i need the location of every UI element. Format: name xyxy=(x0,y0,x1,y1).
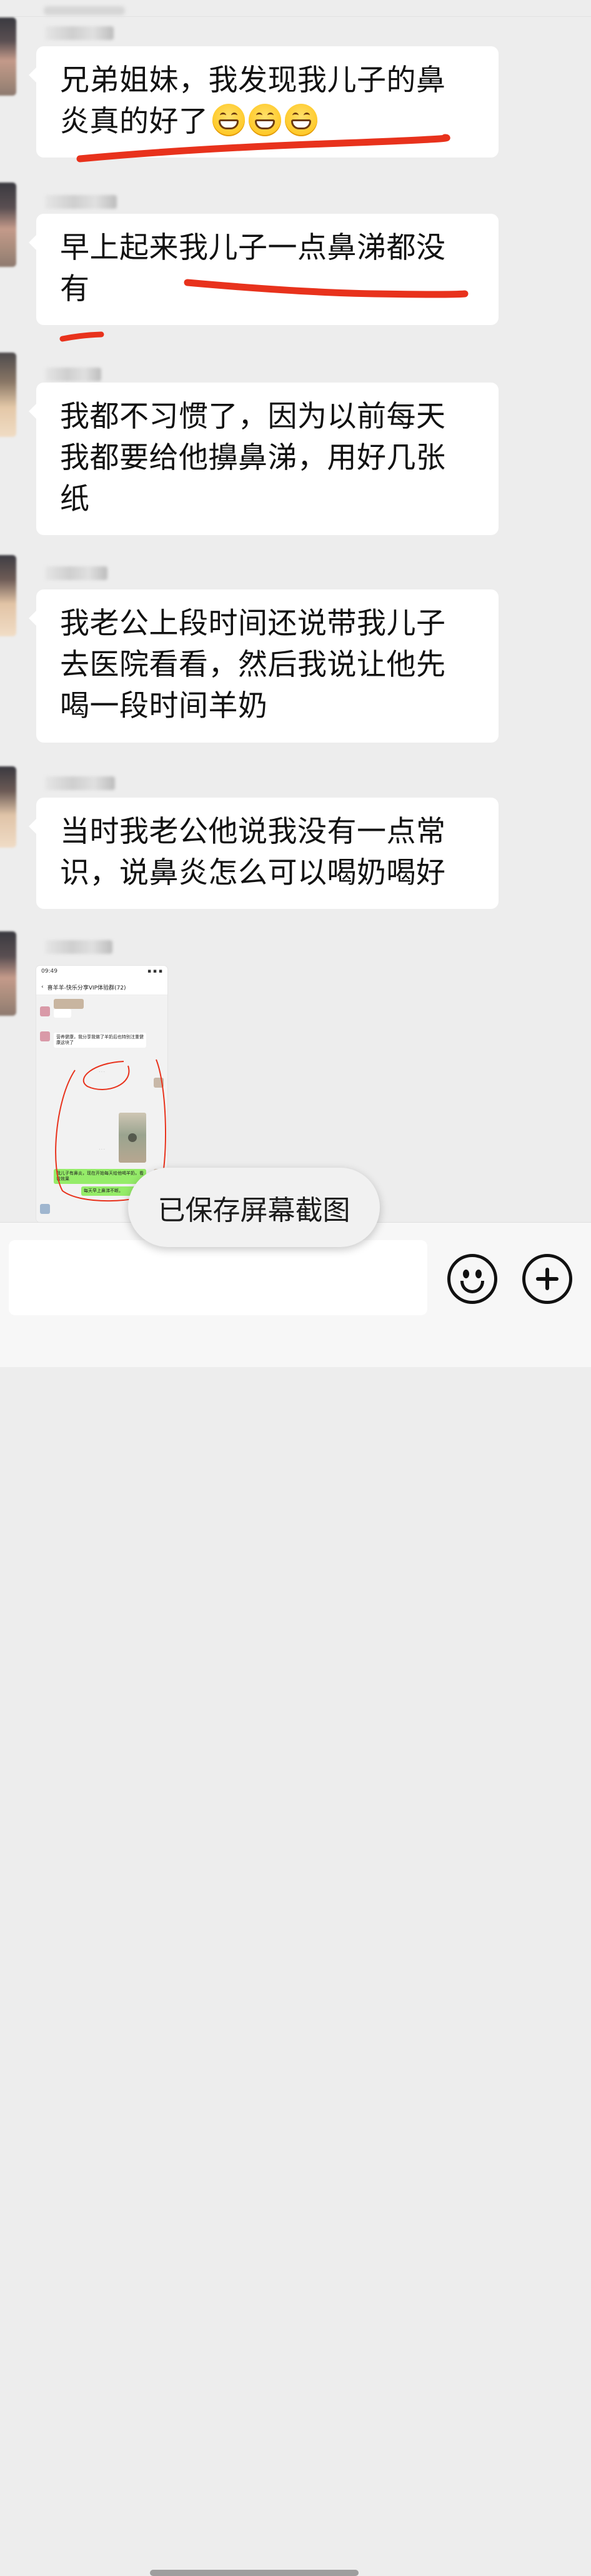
sender-name-blurred xyxy=(45,566,107,580)
avatar[interactable] xyxy=(0,766,16,848)
thumbnail-group-title: 喜羊羊-快乐分享VIP体验群(72) xyxy=(47,985,126,991)
chat-history: 兄弟姐妹，我发现我儿子的鼻炎真的好了 早上起来我儿子一点鼻涕都没有 我都不习惯了… xyxy=(0,0,591,1222)
message-bubble[interactable]: 我都不习惯了，因为以前每天我都要给他擤鼻涕，用好几张纸 xyxy=(29,383,499,535)
message-text: 早上起来我儿子一点鼻涕都没有 xyxy=(60,231,446,306)
avatar[interactable] xyxy=(0,555,16,636)
thumbnail-time: 09:49 xyxy=(41,968,57,975)
avatar[interactable] xyxy=(0,183,16,267)
grinning-face-emoji-icon xyxy=(284,104,317,136)
message-input[interactable] xyxy=(9,1240,427,1315)
thumbnail-status-bar: 09:49 ▪ ▪ ▪ xyxy=(36,966,167,980)
message-text: 我老公上段时间还说带我儿子去医院看看，然后我说让他先喝一段时间羊奶 xyxy=(60,606,446,723)
avatar[interactable] xyxy=(0,931,16,1016)
message-bubble[interactable]: 兄弟姐妹，我发现我儿子的鼻炎真的好了 xyxy=(29,46,499,158)
blurred-sender-name xyxy=(44,6,125,15)
thumbnail-avatar xyxy=(40,1204,50,1214)
smiley-icon[interactable] xyxy=(447,1254,497,1304)
thumbnail-video xyxy=(119,1113,146,1163)
back-arrow-icon: ‹ xyxy=(41,984,44,990)
message-bubble[interactable]: 当时我老公他说我没有一点常识，说鼻炎怎么可以喝奶喝好 xyxy=(29,798,499,909)
thumbnail-avatar xyxy=(40,1006,50,1016)
thumbnail-bubble: 我儿子有鼻炎，现在开始每天给他喝羊奶，看看效果 xyxy=(54,1169,146,1184)
message-bubble[interactable]: 我老公上段时间还说带我儿子去医院看看，然后我说让他先喝一段时间羊奶 xyxy=(29,589,499,743)
sender-name-blurred xyxy=(45,776,115,790)
divider xyxy=(0,16,591,17)
thumbnail-title-bar: ‹ 喜羊羊-快乐分享VIP体验群(72) xyxy=(36,980,167,995)
thumbnail-avatar xyxy=(154,1078,164,1088)
grinning-face-emoji-icon xyxy=(248,104,281,136)
sender-name-blurred xyxy=(45,195,117,209)
thumbnail-bubble xyxy=(54,1009,71,1018)
sender-name-blurred xyxy=(45,26,114,40)
grinning-face-emoji-icon xyxy=(212,104,245,136)
home-indicator[interactable] xyxy=(150,2570,359,2576)
thumbnail-status-icons: ▪ ▪ ▪ xyxy=(147,968,162,975)
sender-name-blurred xyxy=(45,368,101,381)
thumbnail-timestamp: · · · xyxy=(99,1148,105,1152)
message-text: 我都不习惯了，因为以前每天我都要给他擤鼻涕，用好几张纸 xyxy=(60,399,446,516)
thumbnail-sticker xyxy=(54,999,84,1009)
sender-name-blurred xyxy=(45,940,112,954)
message-bubble[interactable]: 早上起来我儿子一点鼻涕都没有 xyxy=(29,214,499,325)
avatar[interactable] xyxy=(0,353,16,437)
thumbnail-bubble: 营养健康，我分享我做了羊奶后也特别注重健康这块了 xyxy=(54,1033,146,1048)
thumbnail-avatar xyxy=(40,1031,50,1041)
thumbnail-timestamp: · · · xyxy=(99,1070,105,1075)
screenshot-saved-toast: 已保存屏幕截图 xyxy=(128,1168,380,1247)
plus-icon[interactable] xyxy=(522,1254,572,1304)
avatar[interactable] xyxy=(0,18,16,96)
message-text: 当时我老公他说我没有一点常识，说鼻炎怎么可以喝奶喝好 xyxy=(60,814,446,890)
